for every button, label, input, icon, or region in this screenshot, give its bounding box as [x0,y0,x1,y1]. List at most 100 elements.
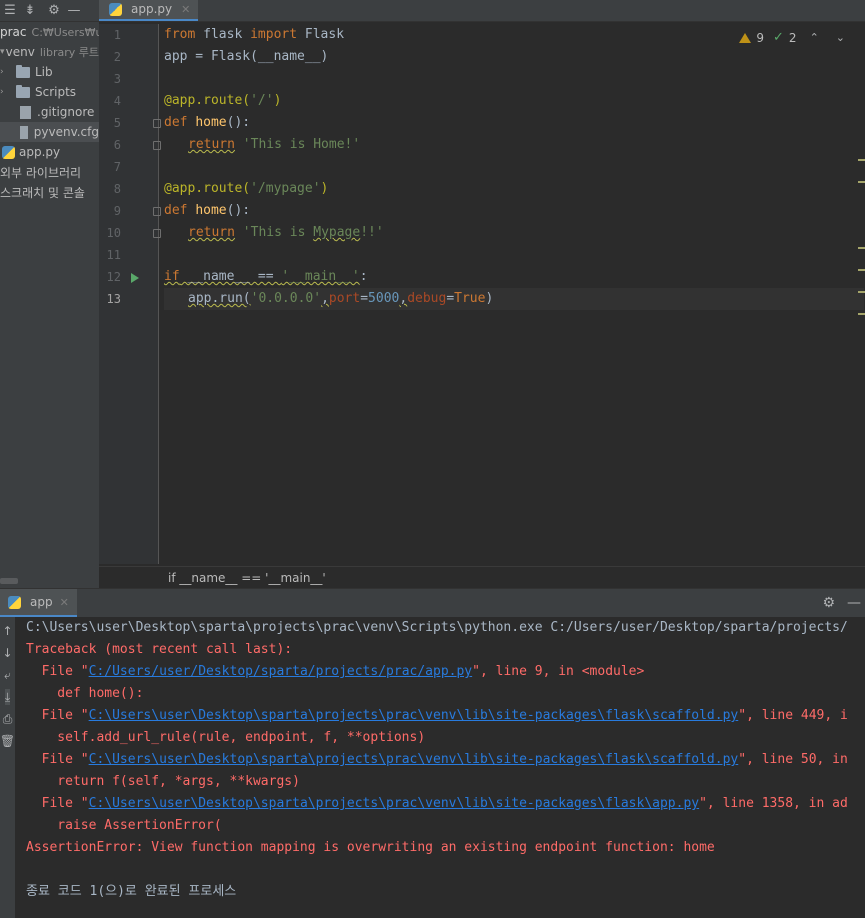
file-link[interactable]: C:\Users\user\Desktop\sparta\projects\pr… [89,796,699,811]
python-file-icon [109,2,122,16]
root-path: C:₩Users₩us [31,25,99,39]
code-line: return 'This is Home!' [188,137,361,152]
gear-icon[interactable]: ⚙ [822,595,835,611]
tree-item-label: 외부 라이브러리 [0,165,82,180]
console-line: raise AssertionError( [26,818,222,833]
run-side-toolbar: ↑ ↓ ⤶ ⤓ ⎙ 🗑 [0,617,15,918]
code-area[interactable]: from flask import Flask app = Flask(__na… [164,24,864,310]
warning-mark[interactable] [858,291,865,293]
code-line: def home(): [164,115,251,130]
run-tab-app[interactable]: app ✕ [0,589,77,617]
tree-root[interactable]: prac C:₩Users₩us [0,22,99,42]
line-number: 12 [106,270,121,284]
console-line: 종료 코드 1(으)로 완료된 프로세스 [26,884,237,899]
minimize-icon[interactable]: — [64,0,84,22]
fold-icon[interactable] [153,141,161,150]
tree-item-app-py[interactable]: app.py [0,142,99,162]
console-line: File "C:\Users\user\Desktop\sparta\proje… [26,796,848,811]
warning-mark[interactable] [858,269,865,271]
folder-icon [16,64,30,78]
error-stripe[interactable] [857,24,865,564]
arrow-up-icon[interactable]: ↑ [2,623,12,639]
tree-item-label: Lib [35,65,53,79]
trash-icon[interactable]: 🗑 [0,733,15,749]
tree-item-external-libraries[interactable]: 외부 라이브러리 [0,162,99,182]
line-number: 13 [106,292,121,306]
warning-icon [739,32,752,43]
file-link[interactable]: C:/Users/user/Desktop/sparta/projects/pr… [89,664,473,679]
gear-icon[interactable]: ⚙ [44,0,64,22]
fold-icon[interactable] [153,229,161,238]
code-line: if __name__ == '__main__': [164,269,368,284]
warning-mark[interactable] [858,313,865,315]
fold-icon[interactable] [153,207,161,216]
chevron-right-icon[interactable]: › [0,87,10,97]
run-header: app ✕ ⚙ — [0,589,865,617]
chevron-up-icon[interactable]: ⌃ [810,31,819,44]
breadcrumb-item[interactable]: if __name__ == '__main__' [168,571,326,585]
chevron-down-icon[interactable]: ⌄ [836,31,845,44]
tree-item-gitignore[interactable]: .gitignore [0,102,99,122]
run-panel: app ✕ ⚙ — ↑ ↓ ⤶ ⤓ ⎙ 🗑 C:\Users\user\Desk… [0,588,865,918]
editor-tabbar: app.py ✕ [99,0,865,22]
file-link[interactable]: C:\Users\user\Desktop\sparta\projects\pr… [89,708,739,723]
console-line: Traceback (most recent call last): [26,642,293,657]
file-link[interactable]: C:\Users\user\Desktop\sparta\projects\pr… [89,752,739,767]
console-line: File "C:\Users\user\Desktop\sparta\proje… [26,708,848,723]
line-number: 1 [113,28,121,42]
console-line: C:\Users\user\Desktop\sparta\projects\pr… [26,620,848,635]
line-number: 11 [106,248,121,262]
code-line: app.run('0.0.0.0',port=5000,debug=True) [164,288,864,310]
console-line: return f(self, *args, **kwargs) [26,774,300,789]
tree-item-venv[interactable]: ▾ venv library 루트 [0,42,99,62]
code-line: def home(): [164,203,251,218]
tree-item-scripts[interactable]: › Scripts [0,82,99,102]
fold-icon[interactable] [153,119,161,128]
tree-item-label: Scripts [35,85,77,99]
line-number: 4 [113,94,121,108]
console-line: File "C:\Users\user\Desktop\sparta\proje… [26,752,848,767]
tree-item-lib[interactable]: › Lib [0,62,99,82]
tab-label: app.py [131,2,173,16]
warning-mark[interactable] [858,159,865,161]
code-line: @app.route('/mypage') [164,181,329,196]
check-icon: ✓ [773,30,784,45]
collapse-icon[interactable]: ⇟ [20,0,40,22]
code-line: app = Flask(__name__) [164,49,329,64]
print-icon[interactable]: ⎙ [3,711,13,727]
tree-item-label: .gitignore [37,105,95,119]
chevron-right-icon[interactable]: › [0,67,10,77]
warning-mark[interactable] [858,247,865,249]
tree-item-label: app.py [19,145,61,159]
tab-app-py[interactable]: app.py ✕ [99,0,199,21]
minimize-icon[interactable]: — [847,595,861,611]
tree-item-hint: library 루트 [39,46,99,59]
editor: app.py ✕ 1 2 3 4 5 6 7 8 9 10 11 12 13 f… [99,0,865,588]
scroll-to-end-icon[interactable]: ⤓ [4,689,11,705]
folder-icon [16,84,30,98]
code-line: @app.route('/') [164,93,282,108]
line-number: 3 [113,72,121,86]
gutter: 1 2 3 4 5 6 7 8 9 10 11 12 13 [99,24,161,564]
warning-count: 9 [756,30,765,45]
horizontal-scrollbar[interactable] [0,578,18,584]
list-icon[interactable]: ☰ [0,0,20,22]
run-gutter-icon[interactable] [131,273,139,283]
warning-mark[interactable] [858,181,865,183]
check-count: 2 [788,30,797,45]
breadcrumb[interactable]: if __name__ == '__main__' [99,566,865,588]
inspection-widget[interactable]: 9 ✓ 2 ⌃ ⌄ [739,30,845,45]
line-number: 6 [113,138,121,152]
soft-wrap-icon[interactable]: ⤶ [4,667,11,683]
line-number: 7 [113,160,121,174]
close-icon[interactable]: ✕ [181,3,190,16]
tree-item-scratches[interactable]: 스크래치 및 콘솔 [0,182,99,202]
console-output[interactable]: C:\Users\user\Desktop\sparta\projects\pr… [26,617,865,918]
close-icon[interactable]: ✕ [60,596,69,609]
arrow-down-icon[interactable]: ↓ [2,645,12,661]
tree-item-pyvenv[interactable]: pyvenv.cfg [0,122,99,142]
run-header-tools: ⚙ — [822,589,865,617]
python-file-icon [2,145,15,159]
line-number: 5 [113,116,121,130]
